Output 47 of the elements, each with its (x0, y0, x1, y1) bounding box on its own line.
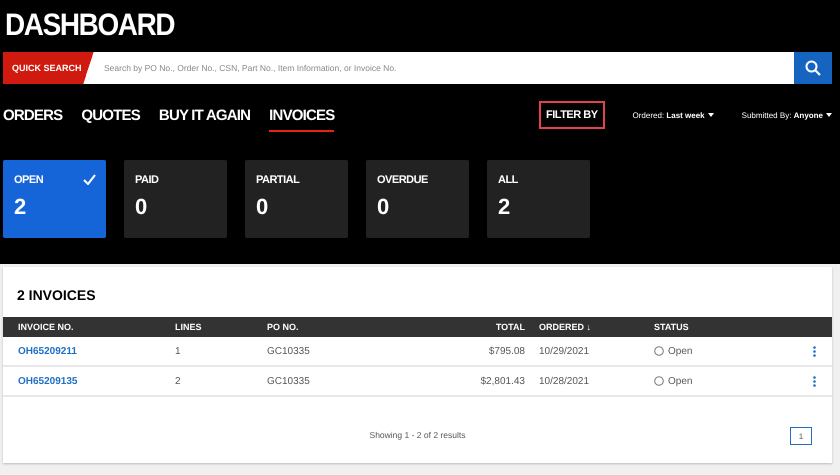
column-header: TOTAL (494, 322, 526, 332)
table-cell-text: $2,801.43 (480, 376, 526, 386)
status-circle-icon (654, 346, 664, 356)
nav-tab[interactable]: QUOTES (81, 106, 140, 132)
column-header: STATUS (654, 322, 690, 332)
nav-tab[interactable]: BUY IT AGAIN (158, 106, 250, 132)
more-icon (813, 346, 816, 356)
quick-search-label: QUICK SEARCH (3, 52, 98, 84)
invoice-link[interactable]: OH65209135 (18, 376, 78, 386)
status-tile[interactable]: PARTIAL 0 (245, 160, 348, 238)
column-header: INVOICE NO. (18, 322, 75, 332)
table-cell-text: GC10335 (267, 376, 311, 386)
status-text: Open (668, 346, 692, 356)
page-title: DASHBOARD (5, 8, 174, 42)
column-header: LINES (175, 322, 203, 332)
status-tile[interactable]: ALL 2 (487, 160, 590, 238)
invoice-link[interactable]: OH65209211 (18, 346, 77, 356)
table-cell-text: 10/28/2021 (539, 376, 590, 386)
nav-tab[interactable]: INVOICES (269, 106, 334, 132)
table-cell-text: 10/29/2021 (539, 346, 590, 356)
column-header: ORDERED ↓ (539, 322, 592, 332)
more-button[interactable] (813, 376, 816, 386)
search-field[interactable]: Search by PO No., Order No., CSN, Part No., Item Information, or Invoice No. (98, 52, 794, 84)
more-icon (813, 376, 816, 386)
page-button[interactable]: 1 (790, 427, 812, 445)
table-cell-text: GC10335 (267, 346, 311, 356)
column-header: PO NO. (267, 322, 300, 332)
status-tile[interactable]: PAID 0 (124, 160, 227, 238)
caret-icon (708, 113, 714, 117)
nav-tab[interactable]: ORDERS (3, 106, 62, 132)
filter-by-label: FILTER BY (539, 101, 605, 129)
card-title: 2 INVOICES (17, 287, 96, 303)
table-cell-text: 2 (175, 376, 182, 386)
search-button[interactable] (794, 52, 832, 84)
search-icon (805, 60, 821, 76)
status-circle-icon (654, 376, 664, 386)
caret-icon (826, 113, 832, 117)
results-summary: Showing 1 - 2 of 2 results (370, 430, 466, 440)
status-tile[interactable]: OPEN 2 (3, 160, 106, 238)
status-tile[interactable]: OVERDUE 0 (366, 160, 469, 238)
status-text: Open (668, 376, 692, 386)
filter-dropdown[interactable]: Ordered: Last week (632, 110, 714, 120)
table-cell-text: 1 (175, 346, 182, 356)
filter-dropdown[interactable]: Submitted By: Anyone (742, 110, 832, 120)
check-icon (83, 174, 96, 185)
table-cell-text: $795.08 (488, 346, 526, 356)
more-button[interactable] (813, 346, 816, 356)
